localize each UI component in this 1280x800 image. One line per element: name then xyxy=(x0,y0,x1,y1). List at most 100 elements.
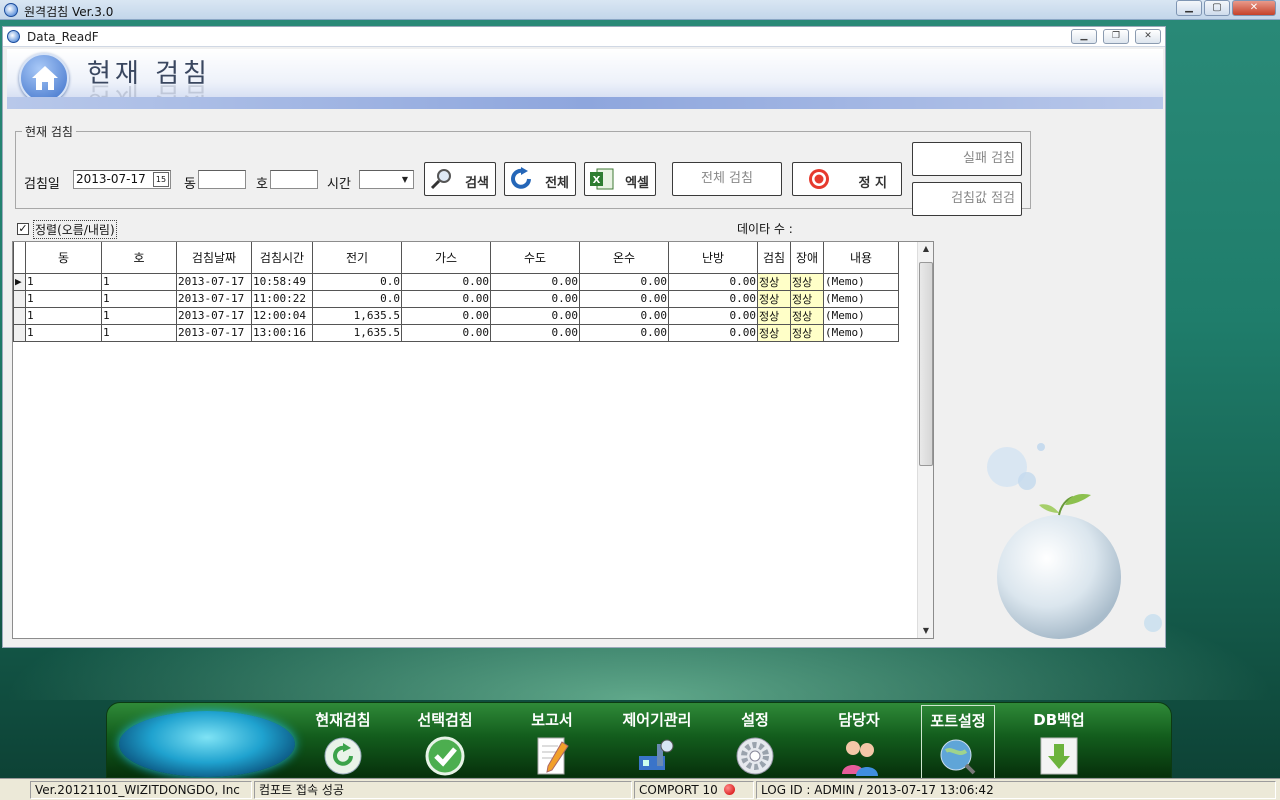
column-header[interactable]: 장애 xyxy=(790,242,824,274)
column-header[interactable]: 가스 xyxy=(401,242,491,274)
child-close-button[interactable]: ✕ xyxy=(1135,29,1161,44)
cell[interactable]: 1 xyxy=(101,289,177,308)
cell[interactable]: 0.00 xyxy=(401,323,491,342)
stop-button[interactable]: 정 지 xyxy=(792,162,902,196)
cell[interactable]: 1 xyxy=(101,306,177,325)
column-header[interactable]: 내용 xyxy=(823,242,899,274)
cell[interactable]: 1,635.5 xyxy=(312,323,402,342)
cell[interactable]: 0.00 xyxy=(579,289,669,308)
child-minimize-button[interactable]: ▁ xyxy=(1071,29,1097,44)
cell[interactable]: 1 xyxy=(25,289,102,308)
column-header[interactable]: 동 xyxy=(25,242,102,274)
cell[interactable]: 0.00 xyxy=(490,323,580,342)
status-cell[interactable]: 정상 xyxy=(757,306,791,325)
menu-db-backup[interactable]: DB백업 xyxy=(1019,705,1099,779)
minimize-button[interactable]: ▁ xyxy=(1176,0,1202,16)
read-all-button[interactable]: 전체 검침 xyxy=(672,162,782,196)
search-button[interactable]: 검색 xyxy=(424,162,496,196)
status-cell[interactable]: 정상 xyxy=(790,272,824,291)
cell[interactable]: 12:00:04 xyxy=(251,306,313,325)
memo-cell[interactable]: (Memo) xyxy=(823,323,899,342)
menu-port-settings[interactable]: 포트설정 xyxy=(921,705,995,779)
calendar-icon[interactable]: 15 xyxy=(153,172,169,187)
column-header[interactable]: 검침 xyxy=(757,242,791,274)
menu-label: 현재검침 xyxy=(315,711,371,729)
column-header[interactable]: 난방 xyxy=(668,242,758,274)
status-cell[interactable]: 정상 xyxy=(757,272,791,291)
date-picker[interactable]: 2013-07-17 15 xyxy=(73,170,171,189)
time-select[interactable]: ▼ xyxy=(359,170,414,189)
memo-cell[interactable]: (Memo) xyxy=(823,289,899,308)
memo-cell[interactable]: (Memo) xyxy=(823,306,899,325)
sort-checkbox[interactable]: ✓ xyxy=(17,223,29,235)
menu-controller-management[interactable]: 제어기관리 xyxy=(607,705,707,779)
cell[interactable]: 0.00 xyxy=(490,289,580,308)
cell[interactable]: 0.00 xyxy=(579,306,669,325)
cell[interactable]: 1 xyxy=(101,272,177,291)
fail-read-button[interactable]: 실패 검침 xyxy=(912,142,1022,176)
check-values-button[interactable]: 검침값 점검 xyxy=(912,182,1022,216)
cell[interactable]: 2013-07-17 xyxy=(176,289,252,308)
column-header[interactable]: 온수 xyxy=(579,242,669,274)
cell[interactable]: 1 xyxy=(101,323,177,342)
column-header[interactable]: 검침날짜 xyxy=(176,242,252,274)
scroll-down-icon[interactable]: ▼ xyxy=(918,624,934,638)
cell[interactable]: 1,635.5 xyxy=(312,306,402,325)
table-row[interactable]: ▶ 1 1 2013-07-17 10:58:49 0.0 0.00 0.00 … xyxy=(13,272,899,291)
status-cell[interactable]: 정상 xyxy=(790,323,824,342)
ho-input[interactable] xyxy=(270,170,318,189)
table-row[interactable]: 1 1 2013-07-17 13:00:16 1,635.5 0.00 0.0… xyxy=(13,323,899,342)
column-header[interactable]: 수도 xyxy=(490,242,580,274)
status-cell[interactable]: 정상 xyxy=(757,323,791,342)
sort-checkbox-label[interactable]: 정렬(오름/내림) xyxy=(33,220,117,239)
table-row[interactable]: 1 1 2013-07-17 11:00:22 0.0 0.00 0.00 0.… xyxy=(13,289,899,308)
scroll-up-icon[interactable]: ▲ xyxy=(918,242,934,256)
menu-settings[interactable]: 설정 xyxy=(715,705,795,779)
status-cell[interactable]: 정상 xyxy=(790,306,824,325)
cell[interactable]: 0.0 xyxy=(312,289,402,308)
child-restore-button[interactable]: ❐ xyxy=(1103,29,1129,44)
menu-manager[interactable]: 담당자 xyxy=(819,705,899,779)
column-header[interactable]: 전기 xyxy=(312,242,402,274)
cell[interactable]: 0.00 xyxy=(668,306,758,325)
cell[interactable]: 2013-07-17 xyxy=(176,272,252,291)
menu-current-reading[interactable]: 현재검침 xyxy=(303,705,383,779)
cell[interactable]: 0.00 xyxy=(668,289,758,308)
cell[interactable]: 0.00 xyxy=(490,306,580,325)
cell[interactable]: 0.00 xyxy=(490,272,580,291)
close-button[interactable]: ✕ xyxy=(1232,0,1276,16)
column-header[interactable]: 검침시간 xyxy=(251,242,313,274)
scroll-thumb[interactable] xyxy=(919,262,933,466)
menu-select-reading[interactable]: 선택검침 xyxy=(405,705,485,779)
vertical-scrollbar[interactable]: ▲ ▼ xyxy=(917,242,933,638)
maximize-button[interactable]: ▢ xyxy=(1204,0,1230,16)
cell[interactable]: 0.00 xyxy=(668,323,758,342)
memo-cell[interactable]: (Memo) xyxy=(823,272,899,291)
cell[interactable]: 1 xyxy=(25,323,102,342)
menu-report[interactable]: 보고서 xyxy=(512,705,592,779)
excel-button[interactable]: X 엑셀 xyxy=(584,162,656,196)
cell[interactable]: 1 xyxy=(25,306,102,325)
cell[interactable]: 1 xyxy=(25,272,102,291)
cell[interactable]: 0.00 xyxy=(579,323,669,342)
cell[interactable]: 0.00 xyxy=(401,272,491,291)
cell[interactable]: 0.00 xyxy=(401,289,491,308)
cell[interactable]: 0.00 xyxy=(579,272,669,291)
dong-input[interactable] xyxy=(198,170,246,189)
read-all-button-label: 전체 검침 xyxy=(701,171,753,186)
cell[interactable]: 13:00:16 xyxy=(251,323,313,342)
show-all-button[interactable]: 전체 xyxy=(504,162,576,196)
cell[interactable]: 0.00 xyxy=(401,306,491,325)
column-header[interactable]: 호 xyxy=(101,242,177,274)
app-titlebar: 원격검침 Ver.3.0 ▁ ▢ ✕ xyxy=(0,0,1280,20)
cell[interactable]: 0.00 xyxy=(668,272,758,291)
status-cell[interactable]: 정상 xyxy=(757,289,791,308)
cell[interactable]: 2013-07-17 xyxy=(176,306,252,325)
status-cell[interactable]: 정상 xyxy=(790,289,824,308)
table-row[interactable]: 1 1 2013-07-17 12:00:04 1,635.5 0.00 0.0… xyxy=(13,306,899,325)
data-table: 동 호 검침날짜 검침시간 전기 가스 수도 온수 난방 검침 장애 내용 ▶ xyxy=(13,242,899,342)
cell[interactable]: 2013-07-17 xyxy=(176,323,252,342)
cell[interactable]: 10:58:49 xyxy=(251,272,313,291)
cell[interactable]: 11:00:22 xyxy=(251,289,313,308)
cell[interactable]: 0.0 xyxy=(312,272,402,291)
